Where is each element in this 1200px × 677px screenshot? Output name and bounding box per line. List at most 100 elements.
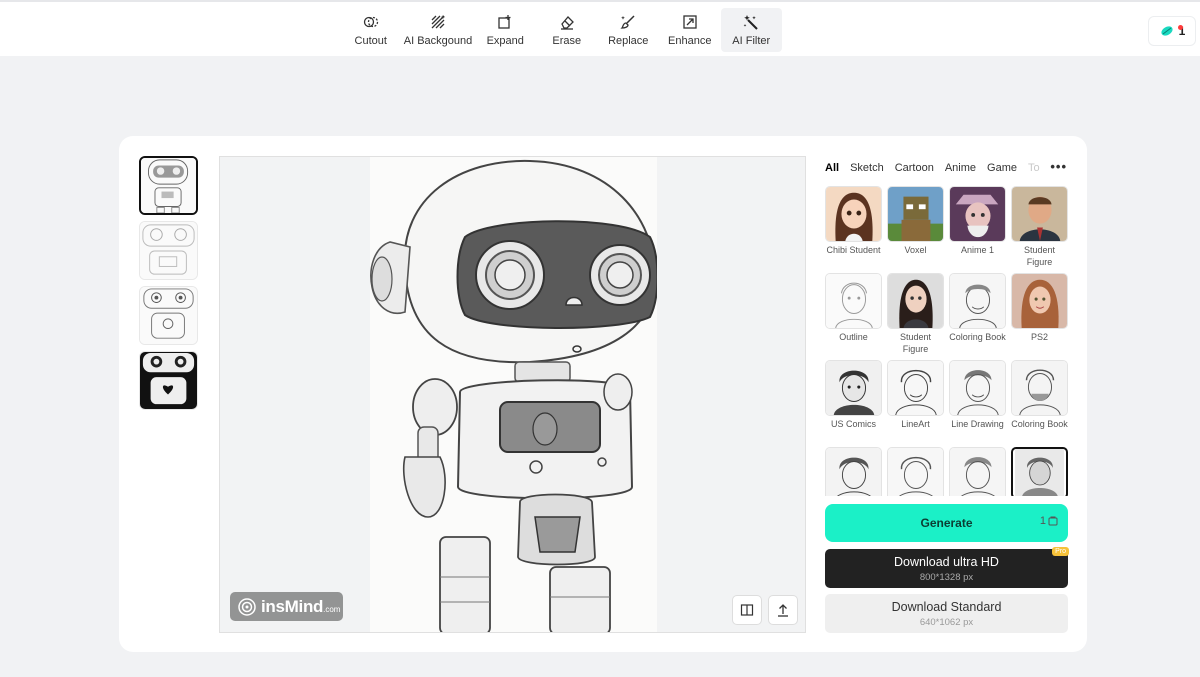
download-hd-size: 800*1328 px bbox=[919, 571, 974, 583]
filter-thumbnail bbox=[887, 360, 944, 416]
filter-card[interactable]: Line Drawing bbox=[949, 360, 1006, 430]
compare-button[interactable] bbox=[732, 595, 762, 625]
tool-cutout[interactable]: Cutout bbox=[340, 8, 402, 52]
category-tab-anime[interactable]: Anime bbox=[945, 162, 976, 174]
filter-panel: All Sketch Cartoon Anime Game To ••• Chi… bbox=[825, 156, 1069, 496]
tool-label: Cutout bbox=[354, 34, 387, 47]
image-canvas[interactable]: insMind .com bbox=[219, 156, 806, 633]
filter-thumbnail bbox=[825, 273, 882, 329]
filter-label: Chibi Student bbox=[826, 245, 881, 255]
upload-icon bbox=[778, 604, 788, 617]
tool-enhance[interactable]: Enhance bbox=[659, 8, 721, 52]
credits-button[interactable]: 1 bbox=[1148, 16, 1196, 46]
enhance-icon bbox=[683, 14, 697, 29]
insmind-logo-icon bbox=[238, 597, 256, 616]
filter-thumbnail bbox=[1011, 360, 1068, 416]
category-tab-truncated[interactable]: To bbox=[1028, 162, 1040, 174]
category-tab-game[interactable]: Game bbox=[987, 162, 1017, 174]
result-thumbnail-3[interactable] bbox=[139, 286, 198, 345]
filter-thumbnail bbox=[949, 273, 1006, 329]
filter-label: PS2 bbox=[1030, 332, 1048, 342]
filter-card[interactable]: Anime 1 bbox=[949, 186, 1006, 256]
tool-replace[interactable]: Replace bbox=[598, 8, 660, 52]
tool-erase[interactable]: Erase bbox=[536, 8, 598, 52]
filter-card[interactable]: Coloring Book bbox=[949, 273, 1006, 343]
robot-sketch-thumb bbox=[140, 287, 197, 344]
filter-card[interactable] bbox=[949, 447, 1006, 496]
insmind-watermark: insMind .com bbox=[230, 592, 343, 621]
category-tab-cartoon[interactable]: Cartoon bbox=[895, 162, 934, 174]
cutout-icon bbox=[363, 16, 378, 27]
filter-label: Outline bbox=[839, 332, 868, 342]
filter-label: US Comics bbox=[830, 419, 876, 429]
robot-inverted-thumb bbox=[140, 352, 197, 409]
download-standard-button[interactable]: Download Standard 640*1062 px bbox=[825, 594, 1068, 633]
top-toolbar: Cutout AI Backgound Expand Erase Replace… bbox=[0, 2, 1200, 56]
download-std-label: Download Standard bbox=[891, 599, 1002, 614]
filter-label: LineArt bbox=[901, 419, 930, 429]
magic-wand-icon bbox=[743, 14, 758, 30]
generate-cost-value: 1 bbox=[1039, 515, 1046, 527]
filter-label: Voxel bbox=[904, 245, 927, 255]
filter-card[interactable]: Chibi Student bbox=[825, 186, 882, 256]
filter-card[interactable]: Voxel bbox=[887, 186, 944, 256]
robot-sketch-thumb bbox=[141, 158, 196, 213]
filter-grid: Chibi Student Voxel Anime 1 Student Figu… bbox=[825, 186, 1069, 496]
share-button[interactable] bbox=[768, 595, 798, 625]
filter-category-tabs: All Sketch Cartoon Anime Game To ••• bbox=[825, 156, 1069, 180]
result-thumbnails bbox=[139, 156, 200, 416]
filter-thumbnail bbox=[825, 186, 882, 242]
brush-icon bbox=[620, 14, 635, 29]
filter-thumbnail bbox=[887, 273, 944, 329]
filter-thumbnail bbox=[1011, 186, 1068, 242]
filter-label: Coloring Book bbox=[949, 332, 1006, 342]
filter-thumbnail bbox=[887, 447, 944, 496]
filter-thumbnail bbox=[825, 360, 882, 416]
credit-leaf-icon bbox=[1161, 26, 1173, 36]
filter-thumbnail bbox=[949, 360, 1006, 416]
filter-card[interactable]: US Comics bbox=[825, 360, 882, 430]
download-ultra-hd-button[interactable]: Download ultra HD 800*1328 px Pro bbox=[825, 547, 1069, 588]
filter-thumbnail bbox=[1011, 447, 1068, 496]
filter-label: Student Figure bbox=[1023, 245, 1056, 267]
notification-dot bbox=[1178, 25, 1183, 30]
result-thumbnail-2[interactable] bbox=[139, 221, 198, 280]
filter-card[interactable] bbox=[825, 447, 882, 496]
generate-button[interactable]: Generate 1 bbox=[825, 504, 1068, 542]
expand-icon bbox=[498, 14, 511, 29]
tool-ai-background[interactable]: AI Backgound bbox=[402, 8, 475, 52]
tool-label: Erase bbox=[552, 34, 582, 47]
robot-sketch-image bbox=[370, 157, 659, 632]
filter-label: Coloring Book bbox=[1011, 419, 1068, 429]
result-thumbnail-4[interactable] bbox=[139, 351, 198, 410]
filter-thumbnail bbox=[949, 447, 1006, 496]
credit-icon bbox=[1048, 516, 1058, 526]
tool-label: Replace bbox=[608, 34, 649, 47]
filter-thumbnail bbox=[825, 447, 882, 496]
filter-card[interactable]: Outline bbox=[825, 273, 882, 343]
robot-sketch-thumb bbox=[140, 222, 197, 279]
pro-badge: Pro bbox=[1052, 547, 1069, 556]
tool-label: AI Filter bbox=[732, 34, 771, 47]
tool-label: Expand bbox=[486, 34, 524, 47]
filter-card[interactable]: LineArt bbox=[887, 360, 944, 430]
editor-panel: insMind .com All Sketch Cartoon Anime Gam… bbox=[119, 136, 1087, 652]
filter-thumbnail bbox=[887, 186, 944, 242]
result-thumbnail-1[interactable] bbox=[139, 156, 198, 215]
watermark-text: insMind bbox=[261, 596, 324, 616]
tool-label: AI Backgound bbox=[403, 34, 473, 47]
category-tab-sketch[interactable]: Sketch bbox=[850, 162, 884, 174]
category-tab-all[interactable]: All bbox=[825, 162, 839, 174]
filter-card[interactable]: Student Figure bbox=[887, 273, 944, 355]
filter-thumbnail bbox=[1011, 273, 1068, 329]
more-categories-icon[interactable]: ••• bbox=[1050, 159, 1067, 174]
tool-list: Cutout AI Backgound Expand Erase Replace… bbox=[340, 8, 782, 52]
tool-expand[interactable]: Expand bbox=[475, 8, 537, 52]
filter-card[interactable]: Coloring Book bbox=[1011, 360, 1068, 430]
filter-card[interactable] bbox=[887, 447, 944, 496]
filter-card[interactable]: PS2 bbox=[1011, 273, 1068, 343]
filter-card[interactable]: Student Figure bbox=[1011, 186, 1068, 268]
eraser-icon bbox=[560, 15, 574, 30]
tool-ai-filter[interactable]: AI Filter bbox=[720, 8, 782, 52]
filter-card-selected[interactable] bbox=[1011, 447, 1068, 496]
